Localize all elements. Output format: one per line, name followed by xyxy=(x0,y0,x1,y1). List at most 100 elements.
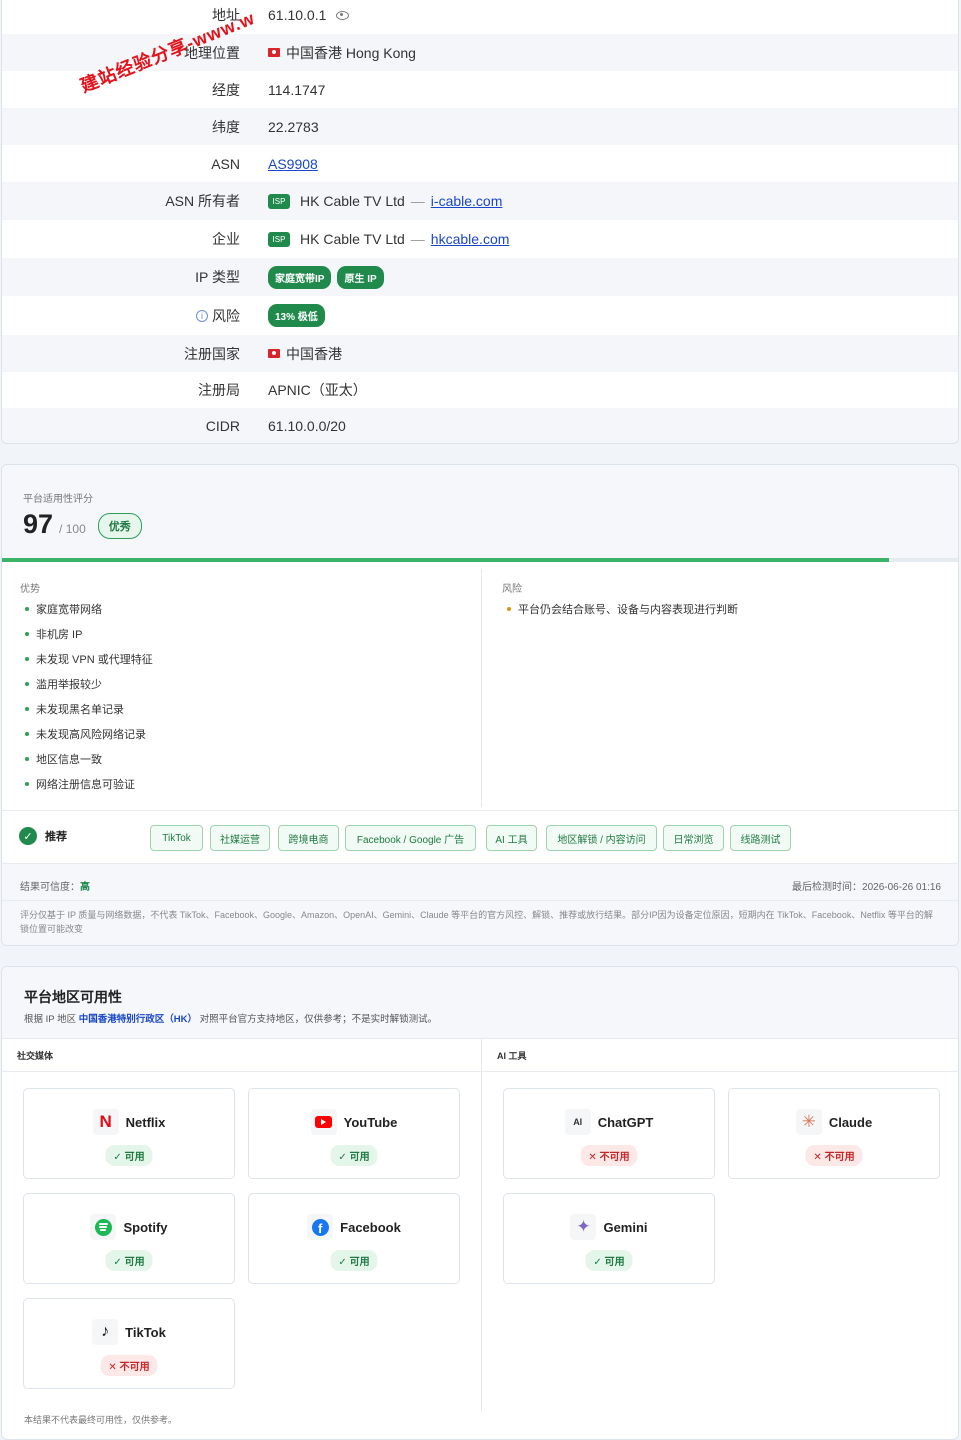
score-title: 平台适用性评分 xyxy=(23,494,93,505)
score-line: 97 / 100 优秀 xyxy=(23,509,142,540)
column-divider xyxy=(481,1039,482,1411)
divider xyxy=(2,900,958,901)
tiktok-icon: ♪ xyxy=(92,1319,119,1345)
latitude-value: 22.2783 xyxy=(268,118,319,135)
asn-link[interactable]: AS9908 xyxy=(268,156,318,172)
info-label: ASN xyxy=(211,155,240,172)
platform-card-netflix: N Netflix ✓ 可用 xyxy=(23,1088,235,1179)
bullet-icon xyxy=(25,682,29,686)
info-row-address: 地址 61.10.0.1 xyxy=(2,0,958,36)
score-value: 97 xyxy=(23,509,54,539)
registry-value: APNIC（亚太） xyxy=(268,382,367,398)
platform-card-gemini: ✦ Gemini ✓ 可用 xyxy=(503,1193,715,1284)
info-label: 企业 xyxy=(212,231,240,247)
info-label: i 风险 xyxy=(196,306,240,326)
platform-card-youtube: YouTube ✓ 可用 xyxy=(248,1088,460,1179)
info-label: 注册局 xyxy=(198,382,240,398)
grade-badge: 优秀 xyxy=(97,513,142,539)
chatgpt-icon: AI xyxy=(564,1109,591,1135)
recommend-label-group: ✓ 推荐 xyxy=(19,827,67,845)
info-label: 纬度 xyxy=(212,118,240,135)
divider xyxy=(2,1071,958,1072)
bullet-icon xyxy=(25,607,29,611)
region-name: 中国香港特别行政区（HK） xyxy=(78,1014,197,1025)
availability-status-badge: ✓ 可用 xyxy=(330,1145,378,1166)
divider xyxy=(2,810,958,811)
platform-name-row: YouTube xyxy=(249,1109,459,1135)
availability-status-badge: ✕ 不可用 xyxy=(100,1355,158,1376)
recommend-tag[interactable]: TikTok xyxy=(150,825,203,851)
pro-item: 地区信息一致 xyxy=(25,751,102,767)
pro-item: 未发现高风险网络记录 xyxy=(25,726,146,742)
risks-title: 风险 xyxy=(502,584,522,595)
asn-owner-domain-link[interactable]: i-cable.com xyxy=(431,193,503,209)
availability-status-badge: ✓ 可用 xyxy=(105,1145,153,1166)
eye-icon[interactable] xyxy=(336,10,350,20)
recommend-tag[interactable]: 线路测试 xyxy=(730,825,791,851)
info-icon[interactable]: i xyxy=(196,309,208,322)
platform-name-row: AI ChatGPT xyxy=(504,1109,714,1135)
pro-item: 网络注册信息可验证 xyxy=(25,776,135,792)
info-row-reg-country: 注册国家 中国香港 xyxy=(2,335,958,372)
check-circle-icon: ✓ xyxy=(19,827,37,845)
platform-card-claude: ✳ Claude ✕ 不可用 xyxy=(728,1088,940,1179)
info-row-asn-owner: ASN 所有者 ISP HK Cable TV Ltd — i-cable.com xyxy=(2,182,958,220)
confidence-value: 高 xyxy=(80,882,90,893)
pro-item: 家庭宽带网络 xyxy=(25,601,102,617)
location-value: 中国香港 Hong Kong xyxy=(268,43,416,63)
netflix-icon: N xyxy=(92,1109,119,1135)
platform-card-facebook: f Facebook ✓ 可用 xyxy=(248,1193,460,1284)
ip-type-tag: 原生 IP xyxy=(337,265,384,289)
availability-status-badge: ✓ 可用 xyxy=(105,1250,153,1271)
gemini-icon: ✦ xyxy=(570,1214,597,1240)
availability-status-badge: ✓ 可用 xyxy=(330,1250,378,1271)
ip-address-value: 61.10.0.1 xyxy=(268,7,350,23)
availability-status-badge: ✕ 不可用 xyxy=(805,1145,863,1166)
info-row-company: 企业 ISP HK Cable TV Ltd — hkcable.com xyxy=(2,220,958,258)
info-row-ip-type: IP 类型 家庭宽带IP 原生 IP xyxy=(2,258,958,296)
recommend-tag[interactable]: Facebook / Google 广告 xyxy=(345,825,476,851)
platform-name: TikTok xyxy=(125,1324,166,1340)
recommend-tag[interactable]: 跨境电商 xyxy=(278,825,339,851)
availability-card: 平台地区可用性 根据 IP 地区 中国香港特别行政区（HK） 对照平台官方支持地… xyxy=(1,966,959,1440)
score-footer: 结果可信度：高 最后检测时间：2026-06-26 01:16 评分仅基于 IP… xyxy=(2,863,958,945)
recommend-tag[interactable]: 社媒运营 xyxy=(210,825,270,851)
ip-type-tag: 家庭宽带IP xyxy=(268,265,332,289)
column-divider xyxy=(481,569,482,807)
availability-footnote: 本结果不代表最终可用性，仅供参考。 xyxy=(24,1415,178,1425)
company-value: ISP HK Cable TV Ltd — hkcable.com xyxy=(268,231,509,247)
bullet-icon xyxy=(25,732,29,736)
platform-name-row: ♪ TikTok xyxy=(24,1319,234,1345)
spotify-icon xyxy=(90,1214,117,1240)
pro-item: 非机房 IP xyxy=(25,626,82,642)
recommend-tag[interactable]: 日常浏览 xyxy=(663,825,724,851)
availability-title: 平台地区可用性 xyxy=(24,989,122,1005)
platform-name: YouTube xyxy=(343,1114,398,1130)
info-row-cidr: CIDR 61.10.0.0/20 xyxy=(2,408,958,443)
hk-flag-icon xyxy=(268,48,280,57)
platform-name: Claude xyxy=(828,1114,873,1130)
ai-section-title: AI 工具 xyxy=(497,1050,527,1061)
pros-title: 优势 xyxy=(20,584,40,595)
risk-item: 平台仍会结合账号、设备与内容表现进行判断 xyxy=(507,601,738,617)
recommend-tag[interactable]: AI 工具 xyxy=(486,825,537,851)
score-progress-bar xyxy=(2,558,958,562)
company-domain-link[interactable]: hkcable.com xyxy=(431,231,510,247)
platform-name-row: Spotify xyxy=(24,1214,234,1240)
confidence: 结果可信度：高 xyxy=(20,882,90,893)
bullet-icon xyxy=(25,632,29,636)
platform-name-row: N Netflix xyxy=(24,1109,234,1135)
score-header xyxy=(2,465,958,558)
disclaimer: 评分仅基于 IP 质量与网络数据，不代表 TikTok、Facebook、Goo… xyxy=(20,910,933,934)
availability-header: 平台地区可用性 根据 IP 地区 中国香港特别行政区（HK） 对照平台官方支持地… xyxy=(2,967,958,1039)
recommend-tag[interactable]: 地区解锁 / 内容访问 xyxy=(546,825,657,851)
platform-card-chatgpt: AI ChatGPT ✕ 不可用 xyxy=(503,1088,715,1179)
pro-item: 未发现 VPN 或代理特征 xyxy=(25,651,153,667)
platform-name: Spotify xyxy=(123,1219,168,1235)
score-progress-fill xyxy=(2,558,890,562)
bullet-icon xyxy=(25,782,29,786)
availability-status-badge: ✓ 可用 xyxy=(585,1250,633,1271)
bullet-icon xyxy=(25,757,29,761)
reg-country-value: 中国香港 xyxy=(268,344,342,364)
facebook-icon: f xyxy=(307,1214,334,1240)
